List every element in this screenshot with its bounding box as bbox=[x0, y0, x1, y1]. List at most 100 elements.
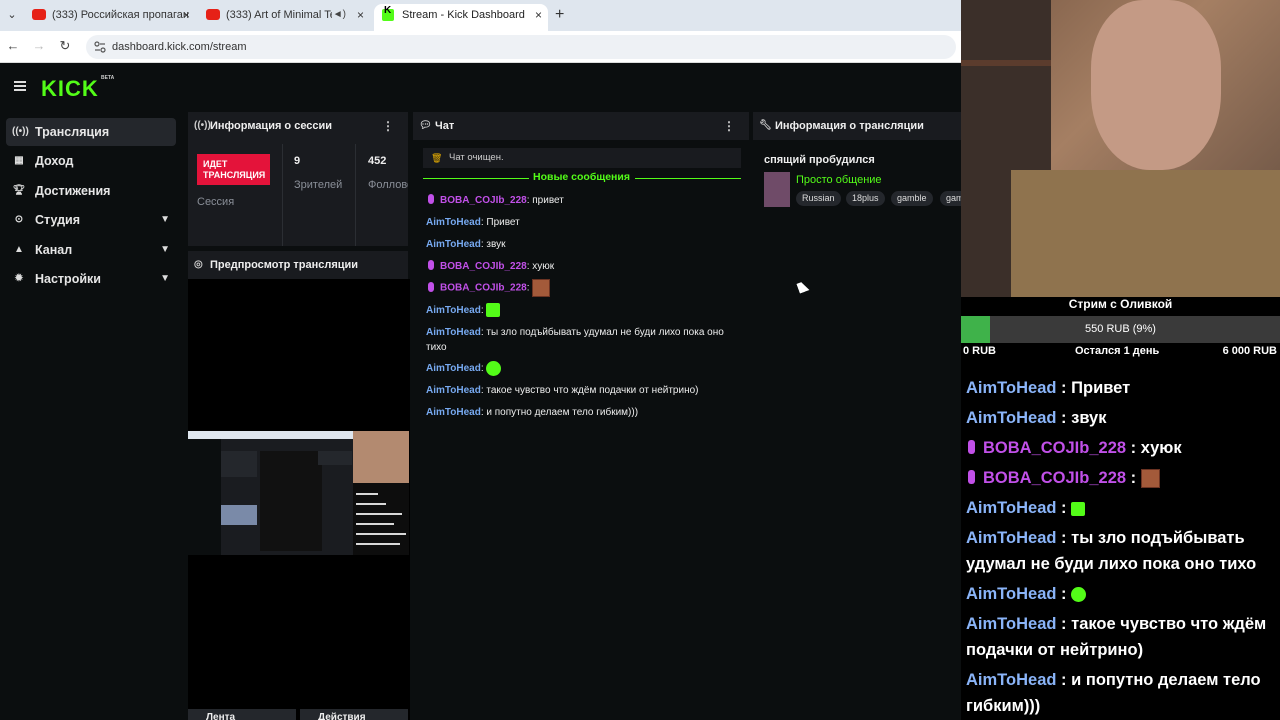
forward-icon[interactable]: → bbox=[31, 38, 47, 54]
webcam-feed bbox=[961, 0, 1280, 297]
sidebar-item-label: Доход bbox=[35, 154, 74, 168]
goal-title: Стрим с Оливкой bbox=[1068, 297, 1173, 311]
site-settings-icon[interactable] bbox=[94, 41, 106, 53]
chat-username[interactable]: AimToHead bbox=[426, 407, 481, 418]
overlay-chat-message: BOBA_COJIb_228 : хуюк bbox=[966, 435, 1278, 461]
chat-username: AimToHead bbox=[966, 671, 1057, 689]
stream-preview[interactable] bbox=[188, 279, 410, 720]
tab-title: Stream - Kick Dashboard bbox=[402, 9, 525, 21]
chat-text: звук bbox=[1071, 409, 1107, 427]
sidebar-item-label: Достижения bbox=[35, 184, 111, 198]
chat-panel: 💬︎ Чат ⋮ 🗑︎ Чат очищен. Новые сообщения … bbox=[413, 112, 749, 720]
tab-actions[interactable]: Действия bbox=[300, 709, 408, 720]
sidebar-item-label: Канал bbox=[35, 243, 73, 257]
chat-username[interactable]: AimToHead bbox=[426, 327, 481, 338]
sidebar-item-settings[interactable]: ✹ Настройки ▼ bbox=[6, 265, 176, 293]
wrench-icon: 🔧︎ bbox=[759, 120, 772, 131]
chat-username: AimToHead bbox=[966, 585, 1057, 603]
overlay-chat-message: AimToHead : Привет bbox=[966, 379, 1131, 397]
menu-icon[interactable] bbox=[14, 81, 26, 91]
panel-title: Информация о трансляции bbox=[775, 120, 924, 132]
back-icon[interactable]: ← bbox=[5, 38, 21, 54]
sidebar-item-revenue[interactable]: ▦ Доход bbox=[6, 147, 176, 175]
new-tab-button[interactable]: + bbox=[555, 5, 569, 25]
chat-text: такое чувство что ждём подачки от нейтри… bbox=[486, 385, 699, 396]
panel-header: ((•)) Информация о сессии ⋮ bbox=[188, 112, 408, 140]
smile-emote-icon bbox=[486, 361, 502, 376]
chat-message: BOBA_COJIb_228: хуюк bbox=[426, 259, 742, 274]
chat-username: AimToHead bbox=[966, 499, 1057, 517]
more-options-icon[interactable]: ⋮ bbox=[723, 112, 735, 140]
session-info-panel: ((•)) Информация о сессии ⋮ ИДЕТ ТРАНСЛЯ… bbox=[188, 112, 408, 246]
speaker-icon[interactable]: ◄) bbox=[333, 4, 346, 26]
goal-remaining: Остался 1 день bbox=[1075, 345, 1160, 357]
chat-username[interactable]: AimToHead bbox=[426, 239, 481, 250]
chevron-down-icon: ▼ bbox=[160, 244, 170, 255]
youtube-icon bbox=[206, 9, 220, 20]
close-tab-icon[interactable]: × bbox=[535, 4, 542, 26]
studio-icon: ⊙ bbox=[14, 214, 24, 225]
stream-overlay: Стрим с Оливкой 550 RUB (9%) 0 RUB Остал… bbox=[961, 0, 1280, 720]
chat-icon: 💬︎ bbox=[419, 120, 432, 131]
chat-username[interactable]: AimToHead bbox=[426, 305, 481, 316]
channel-icon: ▲ bbox=[14, 244, 24, 255]
broadcast-icon: ((•)) bbox=[12, 126, 29, 137]
browser-tab[interactable]: (333) Art of Minimal Techno ◄) × bbox=[198, 4, 370, 31]
overlay-chat-message: AimToHead : bbox=[966, 581, 1278, 607]
microphone-icon bbox=[428, 281, 434, 292]
chat-text: Привет bbox=[486, 217, 520, 228]
viewers-label: Зрителей bbox=[294, 179, 343, 191]
chevron-down-icon: ▼ bbox=[160, 214, 170, 225]
browser-tab[interactable]: (333) Российская пропаганда с × bbox=[24, 4, 196, 31]
chat-cleared-notice: 🗑︎ Чат очищен. bbox=[423, 148, 741, 168]
tab-feed[interactable]: Лента bbox=[188, 709, 296, 720]
overlay-chat-message: BOBA_COJIb_228 : bbox=[966, 465, 1278, 491]
kick-logo[interactable]: KICK bbox=[41, 76, 99, 102]
chat-username[interactable]: AimToHead bbox=[426, 217, 481, 228]
url-text: dashboard.kick.com/stream bbox=[112, 41, 247, 53]
microphone-icon bbox=[428, 194, 434, 204]
top-nav: KICK BETA bbox=[0, 64, 961, 108]
chat-username[interactable]: BOBA_COJIb_228 bbox=[440, 195, 527, 206]
close-tab-icon[interactable]: × bbox=[357, 4, 364, 26]
chat-username[interactable]: AimToHead bbox=[426, 385, 481, 396]
trophy-icon: 🏆︎ bbox=[12, 185, 26, 196]
stream-title: спящий пробудился bbox=[764, 154, 875, 166]
green-emote-icon bbox=[1071, 501, 1086, 516]
chat-username[interactable]: AimToHead bbox=[426, 363, 481, 374]
chat-message: AimToHead: bbox=[426, 303, 742, 318]
broadcast-icon: ((•)) bbox=[194, 120, 211, 131]
sidebar-item-studio[interactable]: ⊙ Студия ▼ bbox=[6, 206, 176, 234]
new-messages-divider: Новые сообщения bbox=[423, 171, 741, 185]
chat-message: AimToHead: звук bbox=[426, 239, 506, 250]
notice-text: Чат очищен. bbox=[449, 152, 504, 163]
chat-text: и попутно делаем тело гибким))) bbox=[486, 407, 639, 418]
chat-username[interactable]: BOBA_COJIb_228 bbox=[440, 283, 527, 294]
tag: Russian bbox=[796, 191, 841, 206]
category-name[interactable]: Просто общение bbox=[796, 174, 882, 186]
sidebar-item-achievements[interactable]: 🏆︎ Достижения bbox=[6, 177, 176, 205]
chat-message: AimToHead: Привет bbox=[426, 217, 520, 228]
followers-count: 452 bbox=[368, 155, 387, 167]
tag: 18plus bbox=[846, 191, 885, 206]
more-options-icon[interactable]: ⋮ bbox=[382, 112, 394, 140]
reload-icon[interactable]: ↻ bbox=[57, 38, 73, 54]
browser-tab-active[interactable]: Stream - Kick Dashboard × bbox=[374, 4, 548, 31]
close-tab-icon[interactable]: × bbox=[183, 4, 190, 26]
sidebar-item-broadcast[interactable]: ((•)) Трансляция bbox=[6, 118, 176, 146]
chat-username: AimToHead bbox=[966, 409, 1057, 427]
gear-icon: ✹ bbox=[14, 273, 24, 284]
chevron-down-icon: ▼ bbox=[160, 273, 170, 284]
chat-text: Привет bbox=[1071, 379, 1131, 397]
kick-favicon-icon bbox=[382, 5, 394, 21]
chat-username[interactable]: BOBA_COJIb_228 bbox=[440, 261, 527, 272]
microphone-icon bbox=[968, 440, 975, 454]
preview-panel: ◎ Предпросмотр трансляции bbox=[188, 251, 408, 279]
face-emote-icon bbox=[1140, 469, 1160, 489]
face-emote-icon bbox=[532, 279, 551, 297]
url-field[interactable]: dashboard.kick.com/stream bbox=[86, 35, 956, 59]
tab-list-chevron-icon[interactable]: ⌄ bbox=[4, 7, 20, 23]
sidebar-item-channel[interactable]: ▲ Канал ▼ bbox=[6, 236, 176, 264]
panel-title: Информация о сессии bbox=[210, 120, 333, 132]
live-badge: ИДЕТ ТРАНСЛЯЦИЯ bbox=[197, 154, 270, 185]
